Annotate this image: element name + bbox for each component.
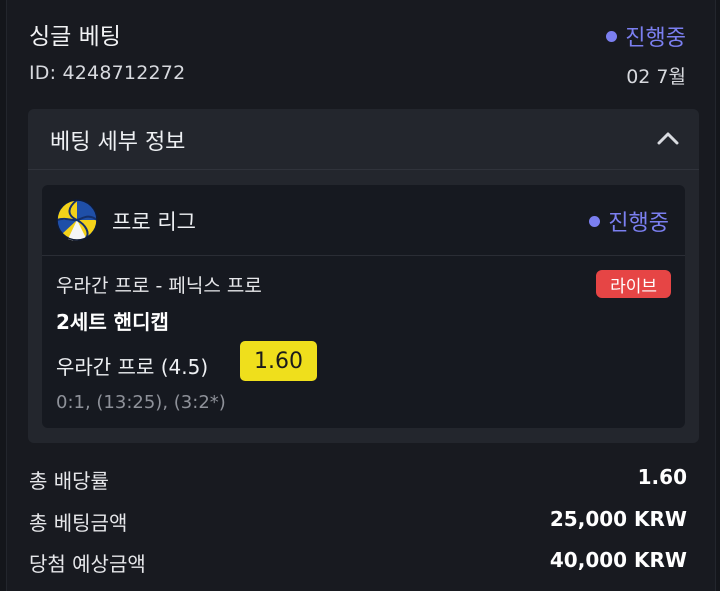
potential-win-value: 40,000 KRW <box>549 548 687 572</box>
total-stake-value: 25,000 KRW <box>549 507 687 531</box>
odds-chip: 1.60 <box>240 341 317 381</box>
bet-slip-panel: 싱글 베팅 진행중 ID: 4248712272 02 7월 베팅 세부 정보 <box>6 0 716 591</box>
total-stake-label: 총 베팅금액 <box>29 511 128 535</box>
match-teams: 우라간 프로 - 페닉스 프로 <box>56 275 262 297</box>
bet-details-header[interactable]: 베팅 세부 정보 <box>28 109 699 170</box>
bet-status-label: 진행중 <box>625 26 686 51</box>
bet-id: ID: 4248712272 <box>29 62 186 84</box>
bet-type-title: 싱글 베팅 <box>29 24 121 50</box>
live-badge: 라이브 <box>596 270 671 298</box>
total-odds-value: 1.60 <box>637 465 687 489</box>
league-status-label: 진행중 <box>608 211 669 236</box>
status-dot-icon <box>606 30 618 42</box>
bet-selection-card: 프로 리그 진행중 우라간 프로 - 페닉스 프로 라이브 2세트 핸디캡 우라… <box>42 185 685 428</box>
selection-name: 우라간 프로 (4.5) <box>56 355 209 379</box>
market-name: 2세트 핸디캡 <box>56 310 169 334</box>
league-name: 프로 리그 <box>112 210 196 234</box>
potential-win-label: 당첨 예상금액 <box>29 552 146 576</box>
chevron-up-icon[interactable] <box>657 131 679 145</box>
volleyball-icon <box>56 199 98 241</box>
bet-status: 진행중 <box>606 20 686 52</box>
bet-date: 02 7월 <box>626 66 686 88</box>
bet-details-section: 베팅 세부 정보 프로 리그 진행중 우라간 프로 - 페닉스 프로 라이브 2… <box>28 109 699 443</box>
league-status: 진행중 <box>589 205 669 237</box>
bet-details-title: 베팅 세부 정보 <box>50 130 186 155</box>
total-odds-label: 총 배당률 <box>29 469 109 493</box>
league-header: 프로 리그 진행중 <box>42 185 685 256</box>
status-dot-icon <box>589 215 601 227</box>
live-score: 0:1, (13:25), (3:2*) <box>56 392 226 413</box>
